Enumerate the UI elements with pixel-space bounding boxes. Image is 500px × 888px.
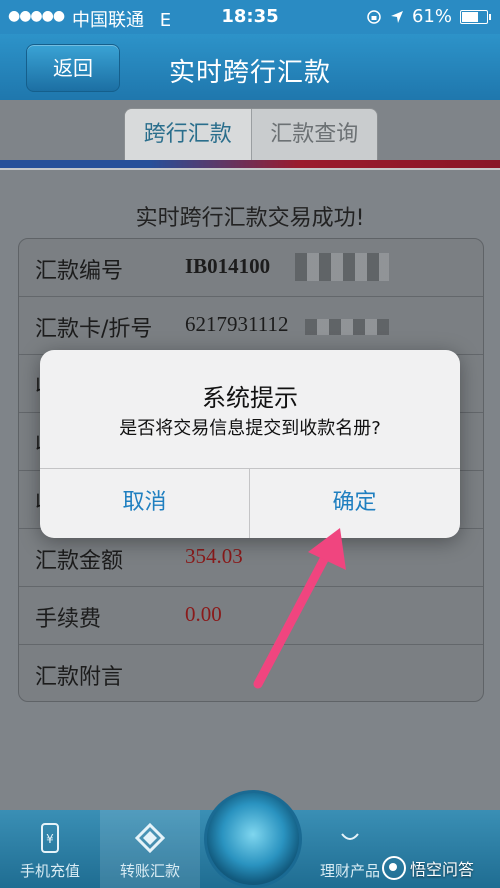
tab-label: 手机充值 xyxy=(19,862,80,880)
watermark-logo-icon xyxy=(382,856,406,880)
annotation-arrow-icon xyxy=(253,528,346,689)
tab-mobile-recharge[interactable]: ¥ 手机充值 xyxy=(0,810,100,888)
watermark: 悟空问答 xyxy=(382,856,474,880)
tab-label: 转账汇款 xyxy=(119,862,180,880)
home-center-button[interactable] xyxy=(204,790,302,888)
svg-text:¥: ¥ xyxy=(46,832,54,846)
tab-transfer[interactable]: 转账汇款 xyxy=(100,810,200,888)
wealth-icon xyxy=(341,833,359,840)
watermark-text: 悟空问答 xyxy=(410,860,475,879)
transfer-icon xyxy=(134,822,166,854)
phone-recharge-icon: ¥ xyxy=(41,823,59,853)
